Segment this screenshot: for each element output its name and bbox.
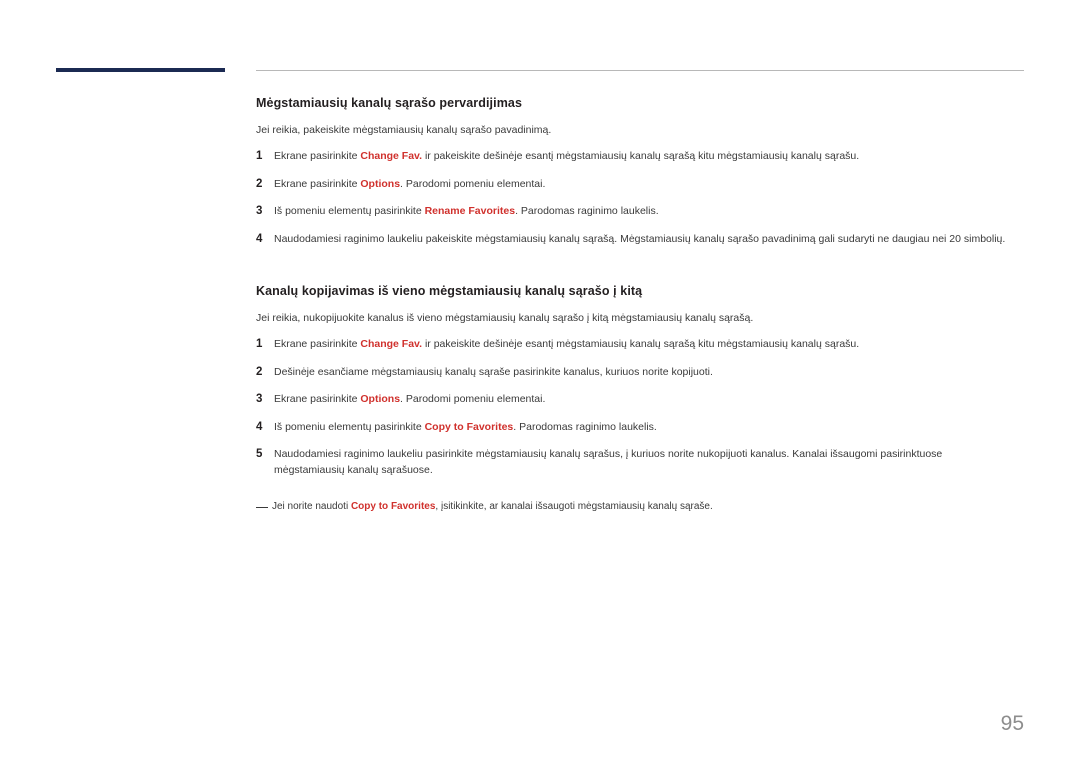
step-list: 1 Ekrane pasirinkite Change Fav. ir pake… [256,337,1036,478]
step-text: Ekrane pasirinkite Change Fav. ir pakeis… [274,338,860,351]
section-title: Mėgstamiausių kanalų sąrašo pervardijima… [256,96,523,110]
step-text: Ekrane pasirinkite Options. Parodomi pom… [274,177,546,190]
step-number: 2 [256,365,263,378]
page-number: 95 [1000,712,1024,735]
step-text: Iš pomeniu elementų pasirinkite Copy to … [274,420,657,433]
header-accent-bar [56,68,225,72]
section-rename-favorites: Mėgstamiausių kanalų sąrašo pervardijima… [256,96,1036,247]
note-dash-icon [256,506,268,508]
section-intro: Jei reikia, nukopijuokite kanalus iš vie… [256,312,754,325]
header-divider-line [256,70,1024,71]
note-text: Jei norite naudoti Copy to Favorites, įs… [272,500,713,512]
list-item: 2 Dešinėje esančiame mėgstamiausių kanal… [256,365,1036,381]
document-page: Mėgstamiausių kanalų sąrašo pervardijima… [0,0,1080,763]
list-item: 4 Naudodamiesi raginimo laukeliu pakeisk… [256,232,1036,248]
section-copy-to-favorites: Kanalų kopijavimas iš vieno mėgstamiausi… [256,284,1036,514]
section-title: Kanalų kopijavimas iš vieno mėgstamiausi… [256,284,643,299]
page-content: Mėgstamiausių kanalų sąrašo pervardijima… [256,96,1036,514]
note-block: Jei norite naudoti Copy to Favorites, įs… [256,500,1036,514]
section-intro: Jei reikia, pakeiskite mėgstamiausių kan… [256,124,552,136]
list-item: 2 Ekrane pasirinkite Options. Parodomi p… [256,177,1036,193]
list-item: 5 Naudodamiesi raginimo laukeliu pasirin… [256,447,1036,477]
step-text: Ekrane pasirinkite Change Fav. ir pakeis… [274,150,860,163]
step-list: 1 Ekrane pasirinkite Change Fav. ir pake… [256,149,1036,247]
step-number: 4 [256,420,263,433]
step-text: Iš pomeniu elementų pasirinkite Rename F… [274,205,659,218]
step-number: 1 [256,338,263,351]
list-item: 1 Ekrane pasirinkite Change Fav. ir pake… [256,337,1036,353]
step-number: 3 [256,205,263,218]
step-text: Naudodamiesi raginimo laukeliu pakeiskit… [274,232,1006,245]
step-number: 5 [256,448,263,461]
list-item: 4 Iš pomeniu elementų pasirinkite Copy t… [256,420,1036,436]
list-item: 3 Ekrane pasirinkite Options. Parodomi p… [256,392,1036,408]
list-item: 3 Iš pomeniu elementų pasirinkite Rename… [256,204,1036,220]
step-number: 3 [256,393,263,406]
step-number: 1 [256,150,263,163]
step-number: 4 [256,232,263,245]
step-text: Naudodamiesi raginimo laukeliu pasirinki… [274,448,943,476]
list-item: 1 Ekrane pasirinkite Change Fav. ir pake… [256,149,1036,165]
step-text: Dešinėje esančiame mėgstamiausių kanalų … [274,365,713,378]
step-text: Ekrane pasirinkite Options. Parodomi pom… [274,393,546,406]
step-number: 2 [256,177,263,190]
